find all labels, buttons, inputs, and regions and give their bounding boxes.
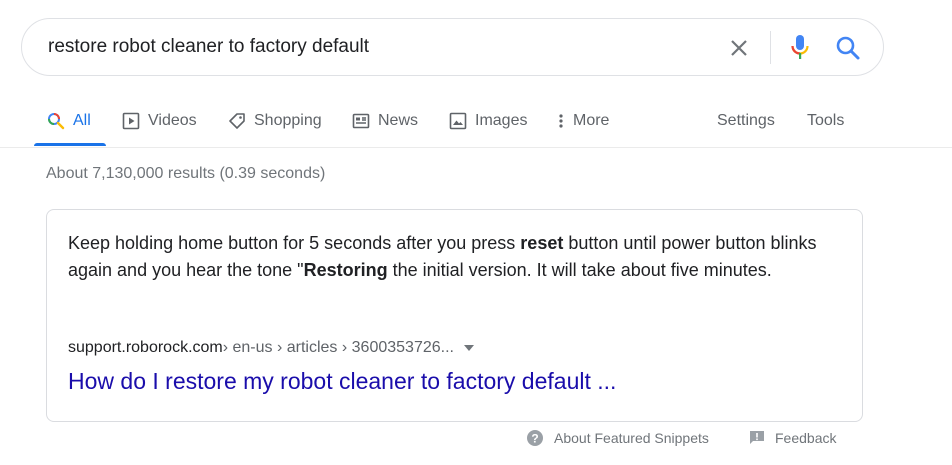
- tab-all[interactable]: All: [47, 96, 91, 146]
- image-icon: [449, 112, 467, 130]
- dropdown-arrow-icon[interactable]: [463, 345, 474, 351]
- tab-label: Tools: [807, 112, 845, 129]
- featured-snippet: Keep holding home button for 5 seconds a…: [46, 209, 863, 422]
- search-input[interactable]: restore robot cleaner to factory default: [48, 36, 369, 58]
- help-icon: ?: [527, 430, 543, 446]
- microphone-icon[interactable]: [788, 33, 812, 63]
- snippet-text: Keep holding home button for 5 seconds a…: [68, 233, 817, 280]
- about-label: About Featured Snippets: [554, 430, 709, 446]
- tab-label: Videos: [148, 112, 197, 129]
- result-title-link[interactable]: How do I restore my robot cleaner to fac…: [68, 368, 616, 395]
- search-tabs: All Videos Shopping News Images More Set…: [0, 96, 952, 148]
- search-box[interactable]: restore robot cleaner to factory default: [21, 18, 884, 76]
- tag-icon: [229, 113, 245, 129]
- feedback-label: Feedback: [775, 430, 837, 446]
- search-icon: [48, 113, 65, 130]
- clear-icon[interactable]: [727, 36, 751, 60]
- cite-domain: support.roborock.com: [68, 339, 223, 356]
- tab-label: Shopping: [254, 112, 322, 129]
- tab-label: News: [378, 112, 419, 129]
- tab-settings[interactable]: Settings: [717, 96, 775, 146]
- tab-tools[interactable]: Tools: [807, 96, 844, 146]
- tab-shopping[interactable]: Shopping: [228, 96, 322, 146]
- tab-news[interactable]: News: [352, 96, 418, 146]
- tab-images[interactable]: Images: [449, 96, 527, 146]
- tab-videos[interactable]: Videos: [122, 96, 197, 146]
- search-button[interactable]: [834, 34, 862, 62]
- more-vert-icon: [559, 114, 563, 128]
- tabs-divider: [0, 147, 952, 148]
- feedback-icon: [750, 431, 764, 444]
- video-icon: [122, 112, 140, 130]
- searchbox-divider: [770, 31, 771, 64]
- result-citation: support.roborock.com › en-us › articles …: [68, 339, 474, 357]
- about-featured-snippets-link[interactable]: ? About Featured Snippets: [526, 428, 709, 448]
- tab-more[interactable]: More: [557, 96, 609, 146]
- cite-path: › en-us › articles › 3600353726...: [222, 339, 454, 356]
- tab-label: All: [73, 112, 91, 129]
- svg-text:?: ?: [531, 432, 538, 446]
- newspaper-icon: [352, 113, 370, 129]
- tab-label: Settings: [717, 112, 775, 129]
- active-tab-indicator: [34, 143, 106, 146]
- tab-label: More: [573, 112, 610, 129]
- tab-label: Images: [475, 112, 528, 129]
- result-stats: About 7,130,000 results (0.39 seconds): [46, 165, 326, 182]
- feedback-link[interactable]: Feedback: [749, 428, 836, 448]
